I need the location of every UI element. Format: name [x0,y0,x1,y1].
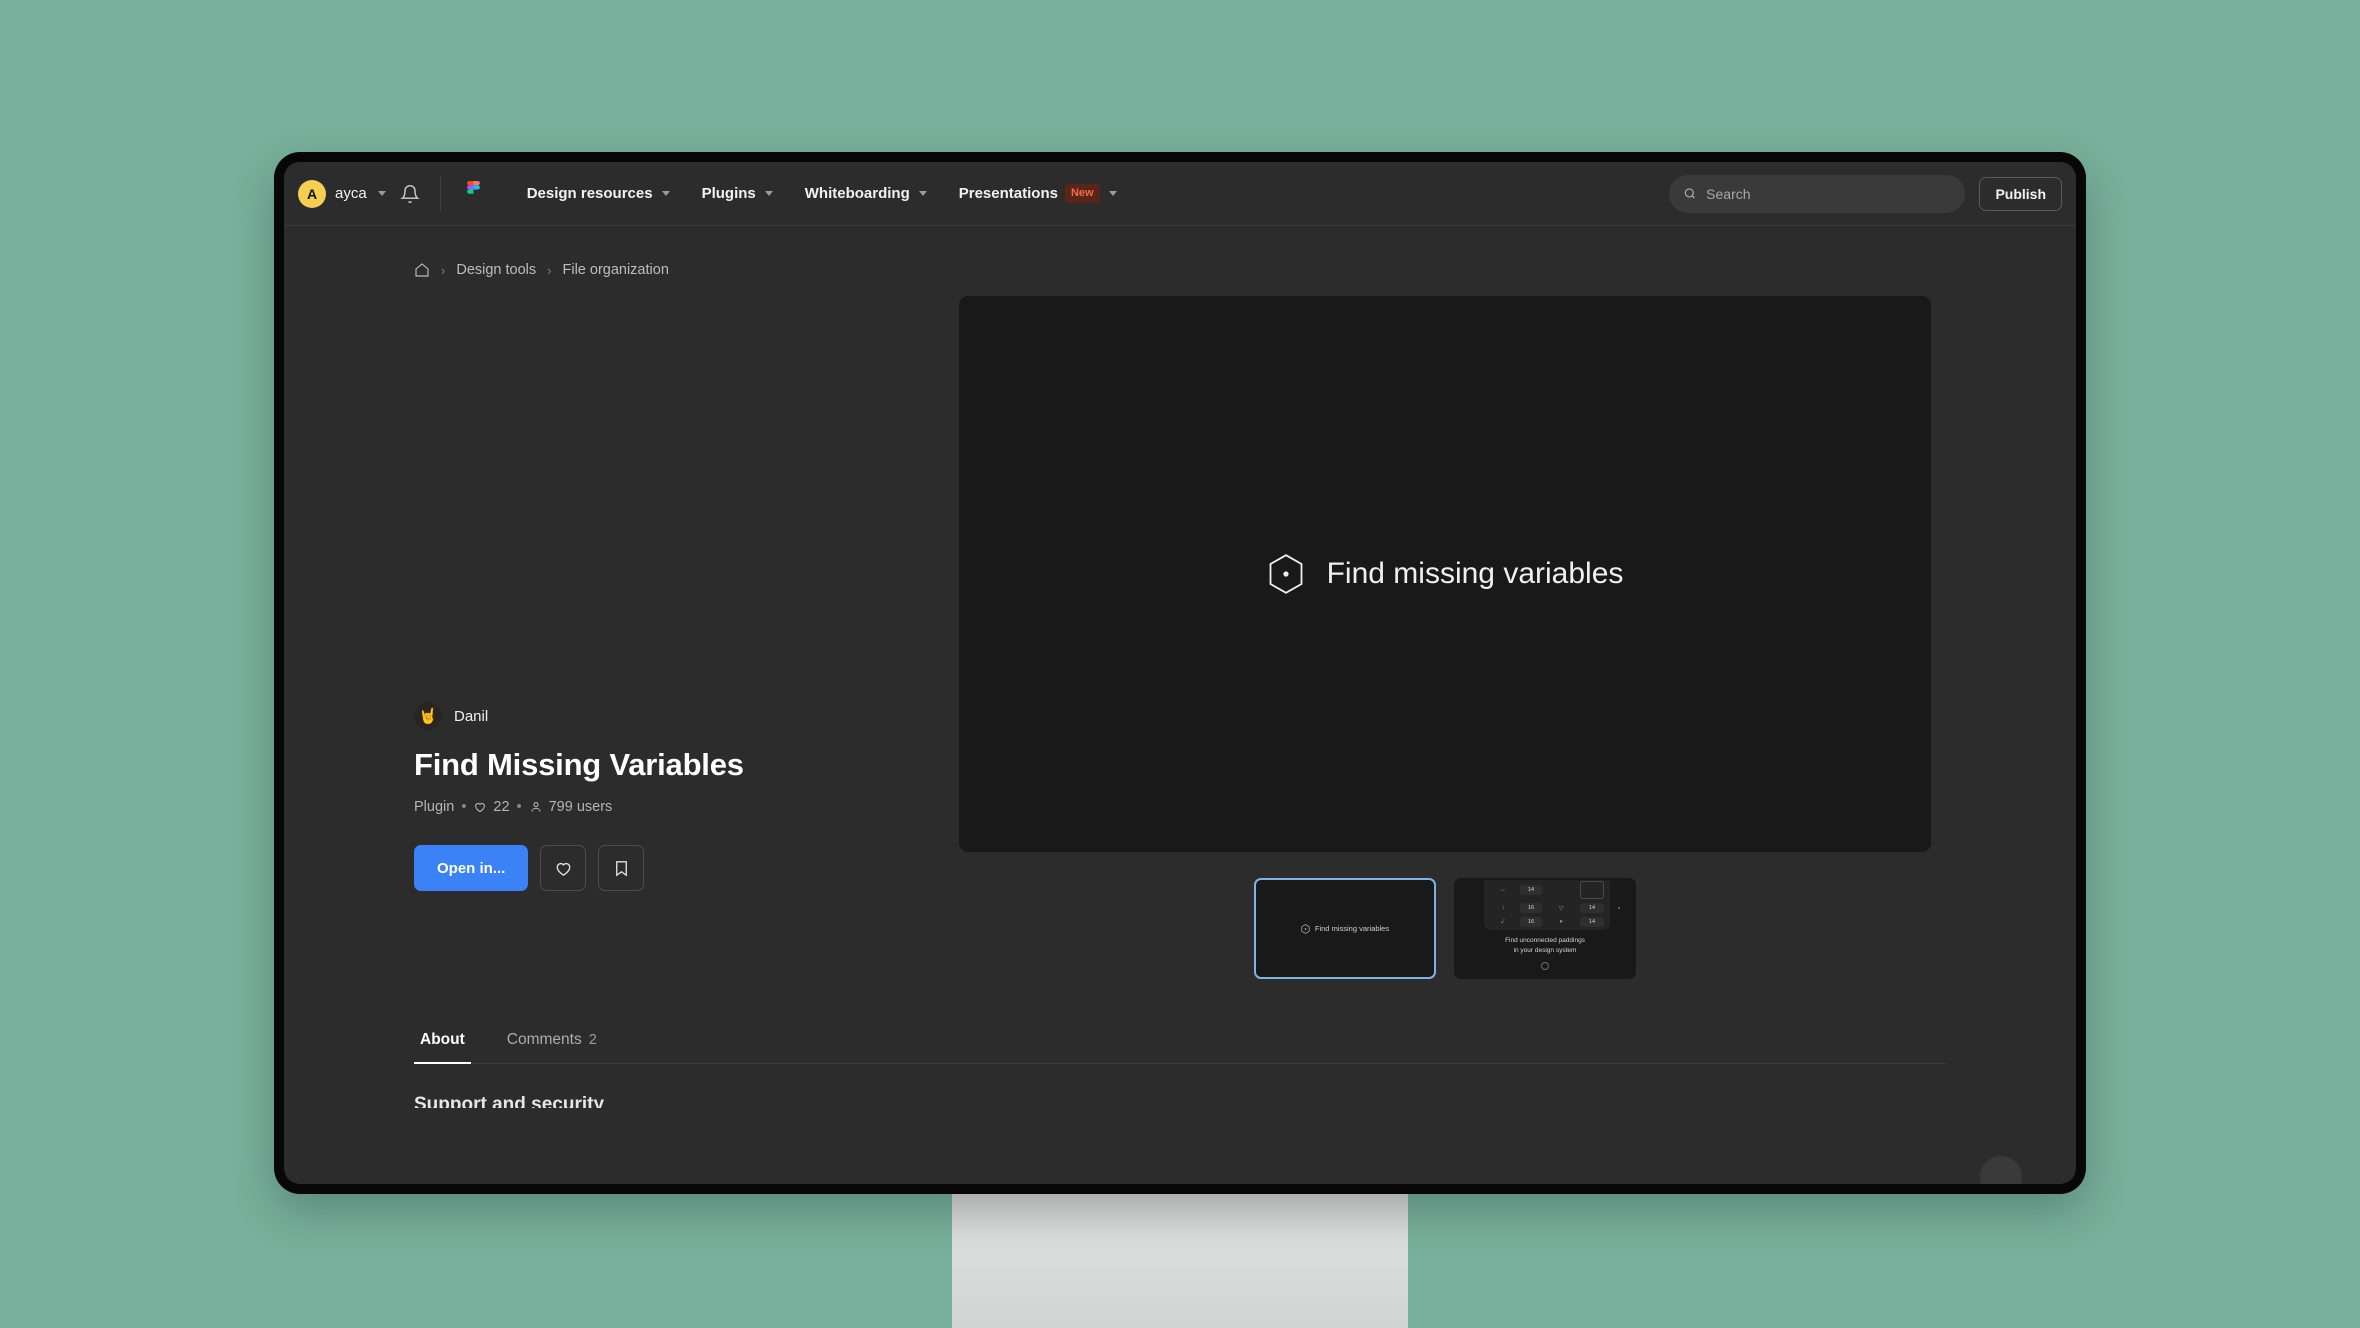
breadcrumb-separator: › [547,262,552,278]
hero-preview[interactable]: Find missing variables [959,296,1931,852]
chip-value: 14 [1520,885,1542,895]
hexagon-dot-icon [1541,962,1549,970]
circle-icon: ⚬ [1616,905,1622,912]
chevron-down-icon [377,191,386,196]
thumbnail-2-caption-line1: Find unconnected paddings [1505,937,1585,944]
top-navigation-bar: A ayca Design resources Plugins Whiteboa… [284,162,2076,226]
home-icon[interactable] [414,262,430,278]
breadcrumb: › Design tools › File organization [284,226,2076,278]
chevron-down-icon [918,190,927,196]
avatar: A [298,179,326,208]
likes-count: 22 [493,799,510,815]
thumbnail-2-caption-line2: in your design system [1513,946,1577,954]
nav-item-label: Whiteboarding [804,184,910,202]
tab-comments[interactable]: Comments 2 [501,1031,603,1063]
figma-logo-icon [466,181,480,194]
monitor-bezel: A ayca Design resources Plugins Whiteboa… [274,152,2086,1194]
meta-separator: • [516,799,522,815]
align-icon: ⤦ [1501,918,1505,925]
nav-right-group: Publish [1669,174,2062,213]
meta-separator: • [461,799,467,815]
chip-value: 16 [1520,903,1542,913]
monitor-stand [952,1185,1408,1328]
chip-value: 14 [1580,917,1604,927]
notifications-button[interactable] [394,178,426,210]
thumbnail-1-label: Find missing variables [1314,924,1390,933]
plugin-meta: Plugin • 22 • 799 users [414,799,944,815]
thumbnail-strip: Find missing variables ↔ 14 ↕ 16 ▽ 14 ⚬ … [1254,878,1636,979]
media-panel: Find missing variables Find missing vari… [944,296,1946,979]
screen: A ayca Design resources Plugins Whiteboa… [284,162,2076,1184]
tab-label: About [420,1031,465,1048]
bell-icon [399,184,420,203]
likes-stat: 22 [473,799,510,815]
chevron-down-icon [661,190,670,196]
main-content: 🤘 Danil Find Missing Variables Plugin • … [284,296,2076,979]
search-input[interactable] [1706,185,1952,202]
hexagon-dot-icon [1301,923,1310,934]
page-title: Find Missing Variables [414,747,744,782]
account-name: ayca [335,185,367,202]
nav-divider [439,176,441,211]
grid-square-icon [1580,881,1604,899]
help-button[interactable] [1980,1156,2022,1184]
nav-left-group: A ayca Design resources Plugins Whiteboa… [294,176,1130,212]
chevron-down-icon [1108,190,1117,196]
action-row: Open in... [414,845,944,891]
thumbnail-2[interactable]: ↔ 14 ↕ 16 ▽ 14 ⚬ ⤦ 16 ● 14 Find unconnec… [1454,878,1636,979]
about-section-heading: Support and security [414,1094,605,1108]
tab-count: 2 [588,1032,597,1048]
nav-item-presentations[interactable]: Presentations New [946,176,1130,210]
thumbnail-1[interactable]: Find missing variables [1254,878,1436,979]
author-name: Danil [454,707,489,725]
users-stat: 799 users [529,799,613,815]
heart-icon [556,862,571,876]
users-count: 799 users [548,799,613,815]
nav-item-plugins[interactable]: Plugins [689,177,786,210]
author-row[interactable]: 🤘 Danil [414,702,944,730]
publish-button[interactable]: Publish [1979,176,2062,211]
plugin-detail-panel: 🤘 Danil Find Missing Variables Plugin • … [414,296,944,979]
figma-home-button[interactable] [455,177,492,210]
thumbnail-2-caption: Find unconnected paddings in your design… [1456,936,1634,956]
breadcrumb-separator: › [441,262,446,278]
breadcrumb-item-file-organization[interactable]: File organization [562,262,668,278]
nav-item-whiteboarding[interactable]: Whiteboarding [792,177,940,210]
primary-nav-menu: Design resources Plugins Whiteboarding P… [514,176,1130,210]
search-field[interactable] [1669,174,1966,213]
chip-value: 16 [1520,917,1542,927]
author-avatar: 🤘 [414,702,442,730]
new-badge: New [1064,184,1100,203]
bookmark-icon [615,860,627,877]
bookmark-button[interactable] [598,845,645,891]
tab-about[interactable]: About [414,1031,471,1064]
hero-label: Find missing variables [1326,557,1624,590]
chip-value: 14 [1580,903,1604,913]
breadcrumb-item-design-tools[interactable]: Design tools [456,262,536,278]
arrow-h-icon: ↔ [1500,887,1506,893]
chevron-down-icon [764,190,773,196]
person-icon: ● [1559,919,1563,925]
tab-label: Comments [506,1031,582,1048]
open-in-button[interactable]: Open in... [414,845,529,891]
nav-item-label: Plugins [701,184,756,202]
person-icon [531,802,541,812]
detail-tabs: About Comments 2 [414,1031,1946,1064]
heart-icon [475,802,486,813]
plugin-type: Plugin [414,799,455,815]
nav-item-label: Presentations [958,184,1058,202]
nav-item-design-resources[interactable]: Design resources [514,177,683,210]
arrow-v-icon: ↕ [1501,905,1505,911]
spacing-icon: ▽ [1558,905,1564,912]
thumbnail-2-mock-card: ↔ 14 ↕ 16 ▽ 14 ⚬ ⤦ 16 ● 14 [1484,880,1622,930]
like-button[interactable] [540,845,587,891]
account-menu[interactable]: A ayca [294,176,394,212]
thumbnail-2-chip-grid: ↔ 14 ↕ 16 ▽ 14 ⚬ ⤦ 16 ● 14 [1492,881,1622,927]
search-icon [1685,188,1696,199]
hexagon-dot-icon [1269,554,1303,594]
thumbnail-1-content: Find missing variables [1301,923,1390,934]
nav-item-label: Design resources [526,184,653,202]
